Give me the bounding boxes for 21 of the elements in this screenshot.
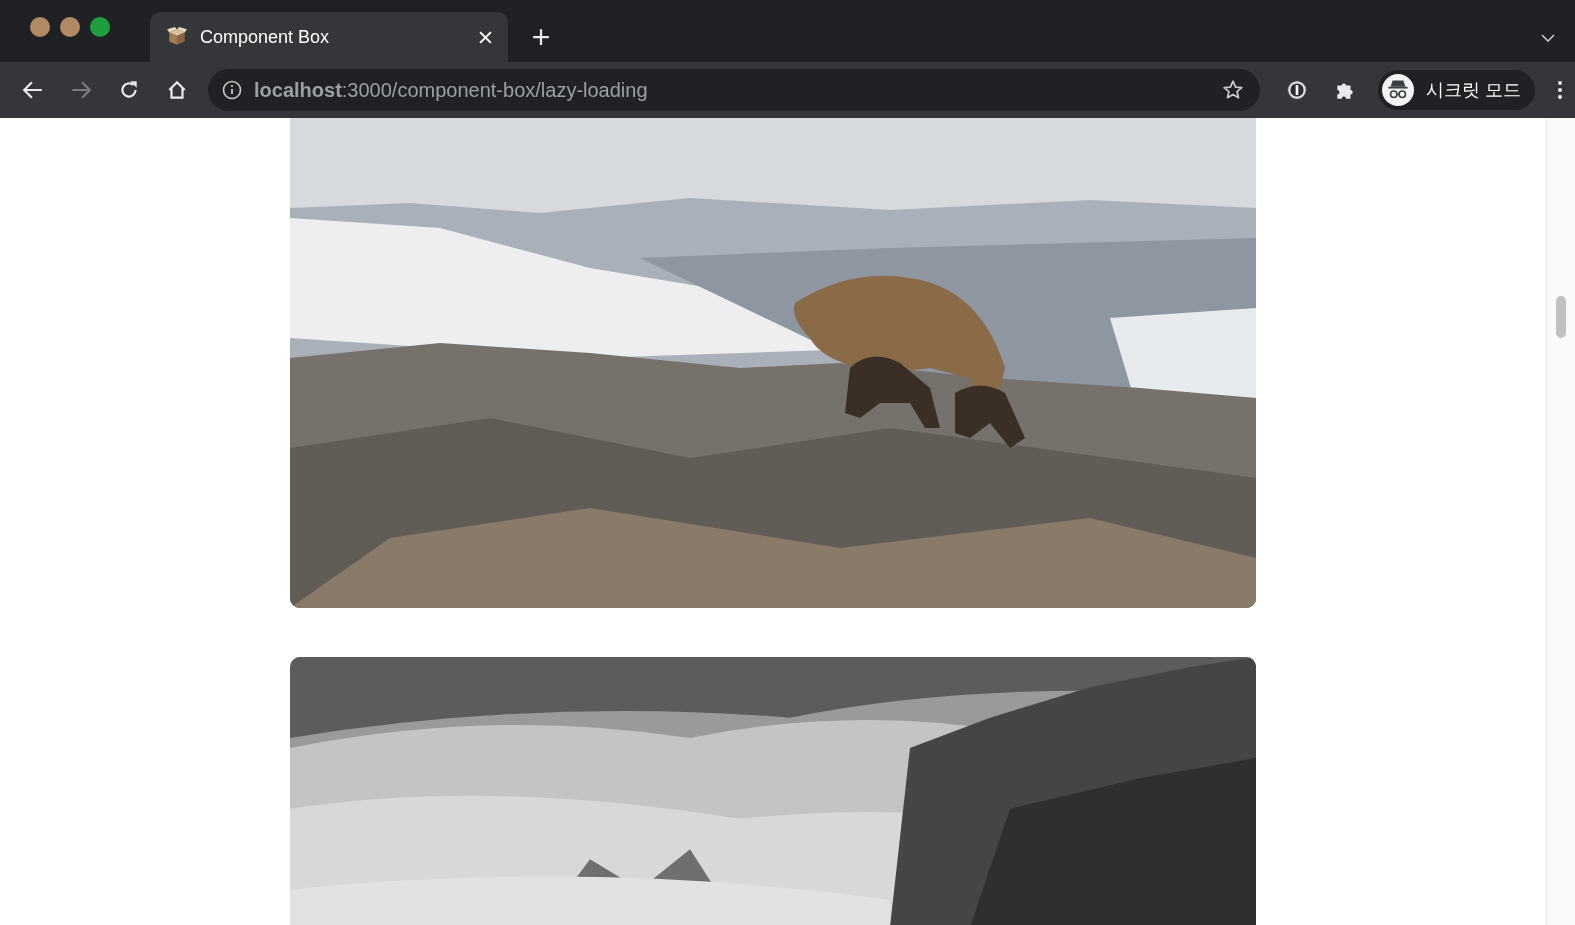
maximize-window-button[interactable] [90, 17, 110, 37]
home-icon[interactable] [166, 79, 188, 101]
incognito-profile-button[interactable]: 시크릿 모드 [1378, 70, 1535, 110]
scrollbar[interactable] [1546, 118, 1575, 925]
scrollbar-thumb[interactable] [1556, 296, 1566, 338]
reload-icon[interactable] [118, 79, 140, 101]
menu-icon[interactable] [1557, 80, 1563, 100]
star-icon[interactable] [1222, 79, 1244, 101]
close-icon[interactable] [479, 30, 492, 44]
back-icon[interactable] [22, 79, 44, 101]
info-icon [222, 80, 242, 100]
chevron-down-icon[interactable] [1541, 34, 1555, 42]
browser-tab[interactable]: Component Box [150, 12, 508, 62]
new-tab-icon[interactable] [532, 28, 550, 46]
url-text: localhost:3000/component-box/lazy-loading [254, 78, 648, 102]
password-manager-icon[interactable] [1286, 79, 1308, 101]
close-window-button[interactable] [30, 17, 50, 37]
incognito-icon [1382, 74, 1414, 106]
minimize-window-button[interactable] [60, 17, 80, 37]
address-bar[interactable]: localhost:3000/component-box/lazy-loading [208, 69, 1260, 111]
tab-title: Component Box [200, 26, 331, 48]
